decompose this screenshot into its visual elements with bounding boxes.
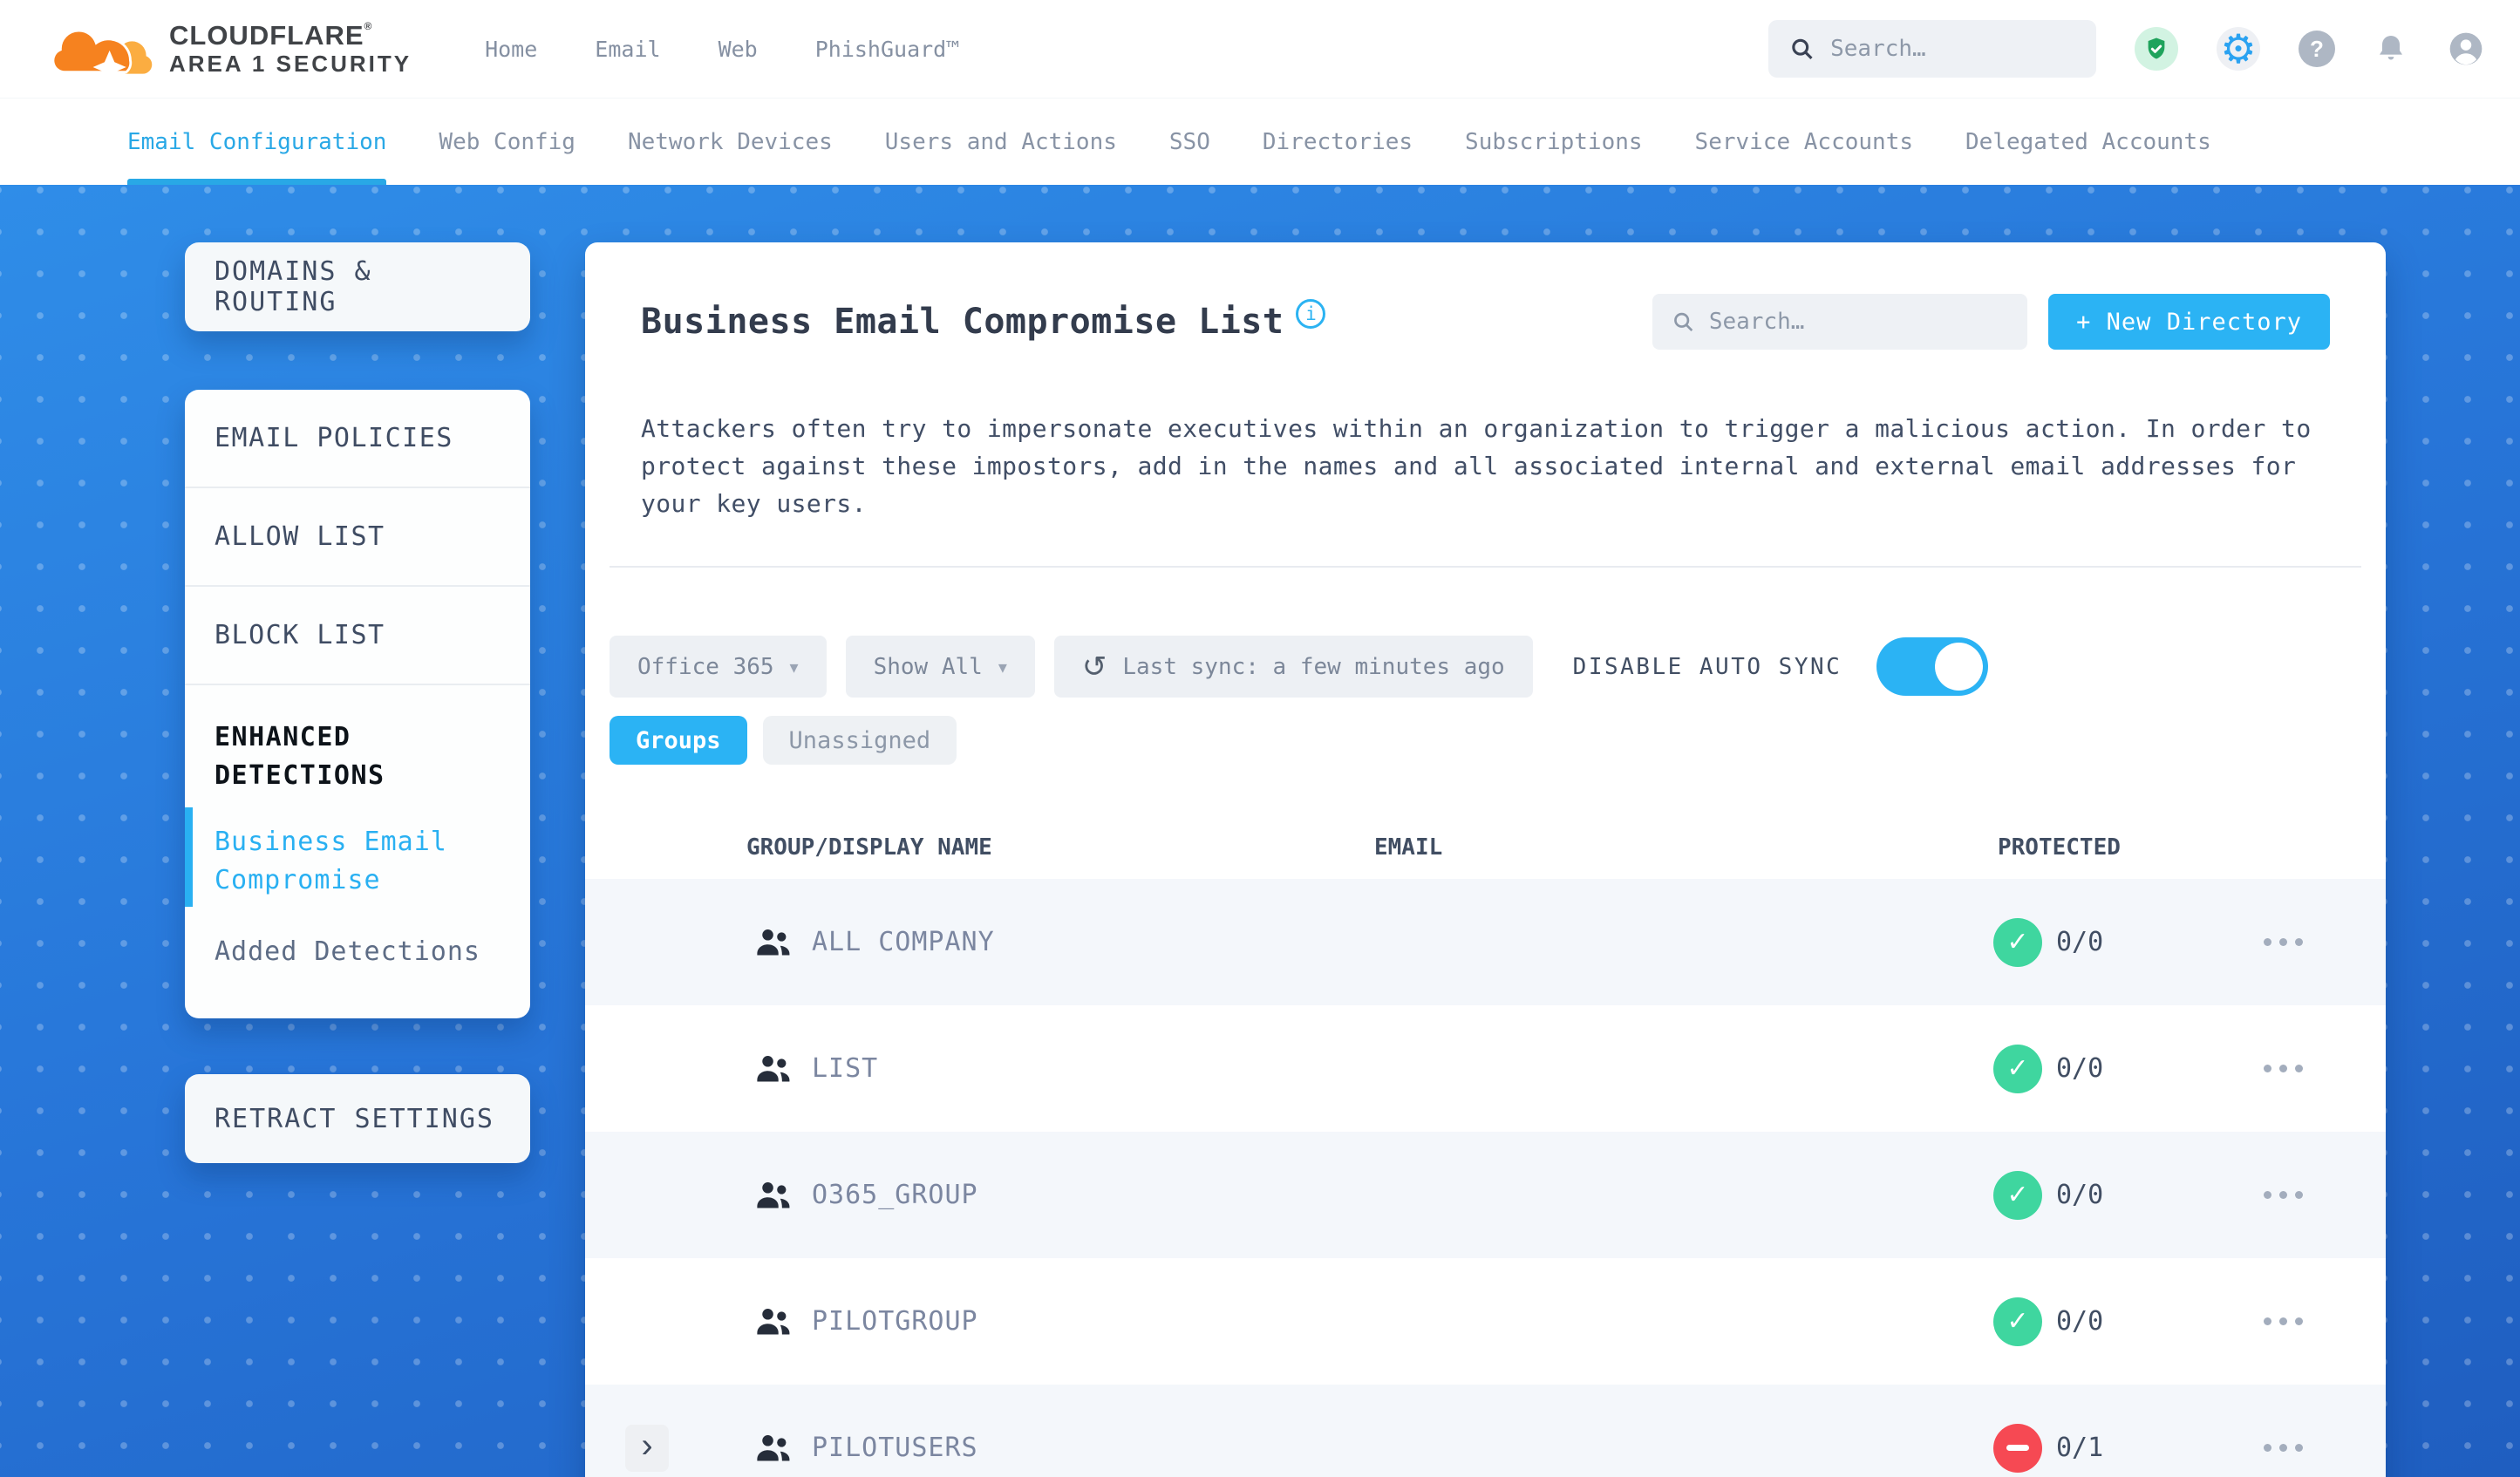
tab-sso[interactable]: SSO [1169,99,1210,185]
search-icon [1792,38,1813,60]
table-row[interactable]: › PILOTUSERS 0/1 [585,1385,2386,1477]
table-row[interactable]: ALL COMPANY ✓ 0/0 [585,879,2386,1005]
group-users-icon [757,1434,790,1460]
sidebar-item-added-detections[interactable]: Added Detections [185,910,530,1018]
workspace: DOMAINS & ROUTING EMAIL POLICIES ALLOW L… [0,185,2520,1477]
table-header: GROUP/DISPLAY NAME EMAIL PROTECTED [585,816,2386,879]
registered-mark: ® [364,20,373,33]
sidebar-item-block-list[interactable]: BLOCK LIST [185,587,530,685]
tab-unassigned[interactable]: Unassigned [762,716,957,765]
secondary-nav: Email Configuration Web Config Network D… [0,98,2520,185]
divider [610,566,2361,568]
cloudflare-cloud-icon [51,29,153,85]
tab-network-devices[interactable]: Network Devices [628,99,833,185]
top-nav-home[interactable]: Home [485,37,537,62]
top-nav-web[interactable]: Web [719,37,758,62]
protected-check-icon: ✓ [1993,1170,2042,1220]
group-users-icon [757,1181,790,1208]
sidebar-item-retract-settings[interactable]: RETRACT SETTINGS [185,1074,530,1163]
protected-count: 0/0 [2056,1180,2104,1210]
col-protected: PROTECTED [1998,834,2121,861]
protected-count: 0/1 [2056,1433,2104,1463]
sidebar-item-allow-list[interactable]: ALLOW LIST [185,488,530,587]
help-icon[interactable]: ? [2299,31,2335,67]
protected-count: 0/0 [2056,927,2104,957]
sync-refresh-icon[interactable]: ↺ [1082,652,1107,682]
group-users-icon [757,929,790,955]
protected-count: 0/0 [2056,1306,2104,1337]
sidebar-item-enhanced-detections[interactable]: ENHANCED DETECTIONS [185,685,530,804]
account-avatar-icon[interactable] [2447,30,2485,68]
protected-check-icon: ✓ [1993,1044,2042,1093]
top-nav-phishguard[interactable]: PhishGuard™ [815,37,960,62]
chevron-down-icon: ▾ [789,656,799,677]
groups-table: GROUP/DISPLAY NAME EMAIL PROTECTED ALL C… [585,816,2386,1477]
group-users-icon [757,1308,790,1334]
tab-subscriptions[interactable]: Subscriptions [1465,99,1643,185]
new-directory-button[interactable]: + New Directory [2048,294,2330,350]
last-sync-status: ↺ Last sync: a few minutes ago [1053,636,1533,698]
top-nav: Home Email Web PhishGuard™ [485,37,959,62]
app-header: CLOUDFLARE® AREA 1 SECURITY Home Email W… [0,0,2520,98]
auto-sync-label: DISABLE AUTO SYNC [1572,653,1842,680]
group-name: ALL COMPANY [812,927,995,957]
row-menu-icon[interactable] [2264,1056,2386,1081]
row-menu-icon[interactable] [2264,1435,2386,1460]
group-name: LIST [812,1053,879,1084]
notifications-bell-icon[interactable] [2374,31,2408,66]
protected-count: 0/0 [2056,1053,2104,1084]
protected-check-icon: ✓ [1993,1297,2042,1346]
toggle-knob [1935,643,1984,691]
brand-subtitle: AREA 1 SECURITY [169,50,412,77]
brand-logo: CLOUDFLARE® AREA 1 SECURITY [49,13,412,85]
tab-directories[interactable]: Directories [1263,99,1413,185]
security-shield-check-icon[interactable] [2135,27,2178,71]
tab-service-accounts[interactable]: Service Accounts [1695,99,1913,185]
tab-users-and-actions[interactable]: Users and Actions [885,99,1117,185]
global-search[interactable] [1768,20,2096,78]
tab-email-configuration[interactable]: Email Configuration [127,99,387,185]
sidebar-item-business-email-compromise[interactable]: Business Email Compromise [185,804,530,910]
table-row[interactable]: O365_GROUP ✓ 0/0 [585,1132,2386,1258]
show-filter-select[interactable]: Show All ▾ [845,636,1035,698]
search-icon [1674,312,1693,331]
tab-groups[interactable]: Groups [610,716,747,765]
chevron-down-icon: ▾ [998,656,1007,677]
table-row[interactable]: PILOTGROUP ✓ 0/0 [585,1258,2386,1385]
col-email: EMAIL [1374,834,1443,861]
sidebar-card-email-policies: EMAIL POLICIES ALLOW LIST BLOCK LIST ENH… [185,390,530,1018]
tab-delegated-accounts[interactable]: Delegated Accounts [1965,99,2211,185]
not-protected-minus-icon [1993,1423,2042,1473]
protected-check-icon: ✓ [1993,917,2042,967]
brand-name: CLOUDFLARE® [169,20,373,51]
global-search-input[interactable] [1830,36,2075,62]
group-users-icon [757,1055,790,1081]
top-nav-email[interactable]: Email [595,37,660,62]
tab-web-config[interactable]: Web Config [439,99,576,185]
sidebar-item-email-policies[interactable]: EMAIL POLICIES [185,390,530,488]
row-menu-icon[interactable] [2264,1182,2386,1208]
expand-row-button[interactable]: › [625,1424,669,1472]
group-name: PILOTUSERS [812,1433,978,1463]
directory-select[interactable]: Office 365 ▾ [610,636,827,698]
sidebar: DOMAINS & ROUTING EMAIL POLICIES ALLOW L… [185,242,530,1163]
settings-gear-icon[interactable]: ⚙ [2217,27,2260,71]
page-description: Attackers often try to impersonate execu… [641,414,2312,518]
row-menu-icon[interactable] [2264,1309,2386,1334]
col-group-display-name: GROUP/DISPLAY NAME [746,834,992,861]
info-icon[interactable]: i [1296,299,1326,329]
row-menu-icon[interactable] [2264,929,2386,955]
list-search-input[interactable] [1708,309,2009,335]
sidebar-item-domains-routing[interactable]: DOMAINS & ROUTING [185,242,530,331]
group-name: PILOTGROUP [812,1306,978,1337]
shield-icon [2148,37,2165,59]
main-card: Business Email Compromise List i + New D… [585,242,2386,1477]
auto-sync-toggle[interactable] [1876,637,1989,696]
list-search[interactable] [1652,294,2028,350]
table-row[interactable]: LIST ✓ 0/0 [585,1005,2386,1132]
group-name: O365_GROUP [812,1180,978,1210]
page-title: Business Email Compromise List [641,302,1284,342]
